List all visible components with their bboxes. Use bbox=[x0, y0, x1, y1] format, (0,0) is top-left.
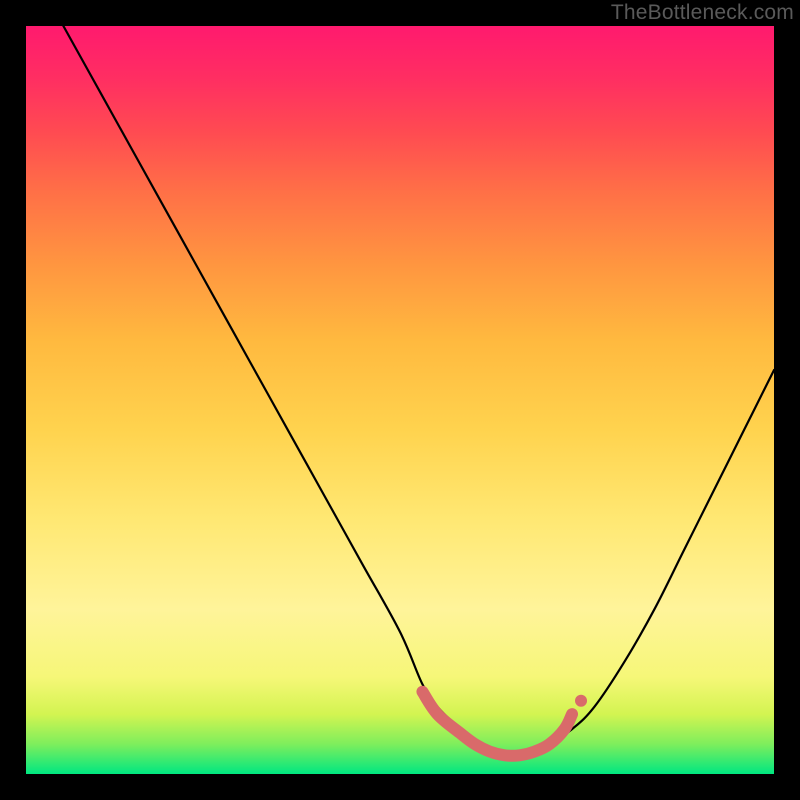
chart-frame: TheBottleneck.com bbox=[0, 0, 800, 800]
bottleneck-zone-dot bbox=[575, 695, 587, 707]
bottleneck-zone-highlight bbox=[422, 692, 572, 756]
watermark-text: TheBottleneck.com bbox=[611, 1, 794, 25]
chart-svg bbox=[26, 26, 774, 774]
bottleneck-curve bbox=[63, 26, 774, 756]
